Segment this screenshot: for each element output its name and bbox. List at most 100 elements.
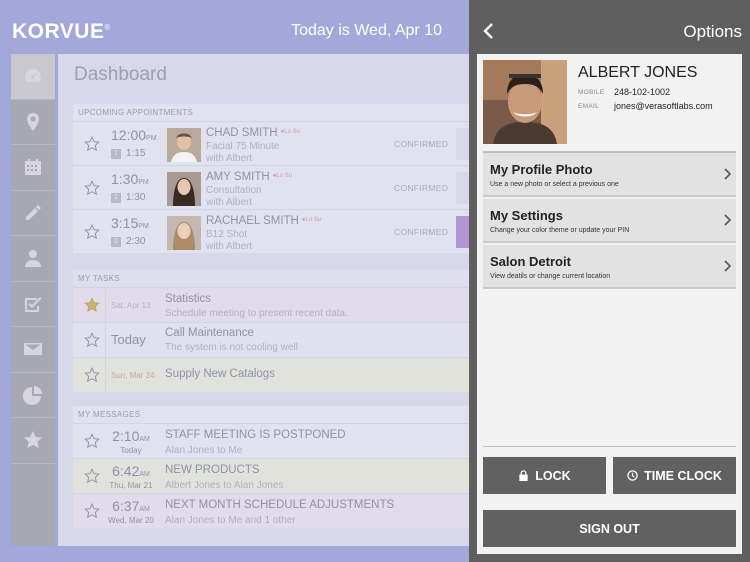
message-participants: Alan Jones to Me: [165, 445, 243, 456]
provider-name: with Albert: [206, 153, 253, 164]
mobile-label: MOBILE: [578, 89, 605, 96]
star-outline-icon[interactable]: [83, 367, 101, 383]
options-title: Options: [683, 22, 742, 41]
map-pin-icon: [27, 112, 39, 131]
speedometer-icon: [25, 69, 42, 83]
message-time: 6:37AM Wed, Mar 20: [108, 498, 154, 525]
appointment-time: 3:15PM 2 2:30: [111, 215, 149, 247]
dashboard-app: KORVUE® Today is Wed, Apr 10 Dashboard U…: [0, 0, 469, 562]
sidebar-item-calendar[interactable]: [11, 145, 55, 191]
star-icon: [24, 431, 42, 449]
message-subject: STAFF MEETING IS POSTPONED: [165, 429, 346, 441]
time-clock-button[interactable]: TIME CLOCK: [613, 457, 736, 494]
message-row[interactable]: 6:37AM Wed, Mar 20 NEXT MONTH SCHEDULE AD…: [73, 493, 469, 528]
provider-name: with Albert: [206, 241, 253, 252]
pie-chart-icon: [23, 385, 42, 405]
star-filled-icon[interactable]: [84, 297, 100, 313]
person-icon: [25, 250, 41, 268]
pencil-icon: [26, 204, 41, 220]
appointment-row[interactable]: 12:00PM 1 1:15 CHAD SMITH ●Lo Su Facial 75…: [73, 121, 469, 165]
message-subject: NEW PRODUCTS: [165, 464, 260, 476]
sidebar-item-messages[interactable]: [11, 327, 55, 373]
task-description: The system is not cooling well: [165, 342, 298, 353]
back-button[interactable]: [479, 20, 499, 42]
message-time: 2:10AM Today: [112, 428, 150, 455]
page-title: Dashboard: [74, 64, 167, 85]
sidebar-item-tasks[interactable]: [11, 282, 55, 327]
appointment-row[interactable]: 3:15PM 2 2:30 RACHAEL SMITH ●Lo Su B12 Sho…: [73, 209, 469, 253]
row-action-edge[interactable]: [456, 128, 469, 160]
dashboard-main: Dashboard UPCOMING APPOINTMENTS 12:00PM …: [58, 54, 469, 546]
task-title: Call Maintenance: [165, 327, 254, 339]
star-outline-icon[interactable]: [83, 503, 101, 519]
status-badge: CONFIRMED: [394, 183, 449, 193]
client-avatar: [167, 128, 201, 162]
client-name: CHAD SMITH ●Lo Su: [206, 127, 300, 139]
message-row[interactable]: 6:42AM Thu, Mar 21 NEW PRODUCTS Albert Jo…: [73, 458, 469, 493]
client-name: AMY SMITH ●Lo Su: [206, 171, 292, 183]
star-outline-icon[interactable]: [83, 332, 101, 348]
task-description: Schedule meeting to present recent data.: [165, 308, 348, 319]
mobile-number: 248-102-1002: [614, 87, 671, 97]
appointment-time: 1:30PM 2 1:30: [111, 171, 149, 203]
checkbox-icon: [25, 296, 42, 312]
chevron-right-icon: [724, 214, 731, 226]
star-outline-icon[interactable]: [83, 180, 101, 196]
messages-section: MY MESSAGES 2:10AM Today STAFF MEETING IS…: [73, 406, 469, 528]
options-panel: Options ALBERT JONES MOBILE 248-102-1002…: [469, 0, 750, 562]
sidebar-item-favorites[interactable]: [11, 418, 55, 464]
sidebar: [11, 54, 55, 546]
task-title: Supply New Catalogs: [165, 368, 275, 380]
client-avatar: [167, 216, 201, 250]
sign-out-button[interactable]: SIGN OUT: [483, 510, 736, 547]
menu-salon-location[interactable]: Salon Detroit View deatils or change cur…: [483, 245, 736, 289]
menu-profile-photo[interactable]: My Profile Photo Use a new photo or sele…: [483, 153, 736, 197]
status-badge: CONFIRMED: [394, 227, 449, 237]
profile-name: ALBERT JONES: [578, 64, 698, 81]
sidebar-item-location[interactable]: [11, 100, 55, 145]
envelope-icon: [24, 343, 42, 356]
service-name: Consultation: [206, 185, 262, 196]
top-bar: KORVUE® Today is Wed, Apr 10: [0, 0, 469, 54]
messages-title: MY MESSAGES: [78, 410, 141, 419]
email-address: jones@verasoftlabs.com: [614, 101, 713, 111]
message-subject: NEXT MONTH SCHEDULE ADJUSTMENTS: [165, 499, 395, 511]
service-name: Facial 75 Minute: [206, 141, 280, 152]
appointment-time: 12:00PM 1 1:15: [111, 127, 157, 159]
appointments-section: UPCOMING APPOINTMENTS 12:00PM 1 1:15 CHAD…: [73, 104, 469, 253]
tasks-section: MY TASKS Sat, Apr 13 Statistics Schedule…: [73, 270, 469, 392]
star-outline-icon[interactable]: [83, 468, 101, 484]
edit-appointment-button[interactable]: [456, 216, 469, 248]
today-date: Today is Wed, Apr 10: [291, 22, 442, 39]
service-name: B12 Shot: [206, 229, 248, 240]
task-row[interactable]: Sun, Mar 24 Supply New Catalogs: [73, 357, 469, 392]
client-avatar: [167, 172, 201, 206]
korvue-logo: KORVUE®: [12, 20, 111, 43]
sidebar-item-dashboard[interactable]: [11, 54, 55, 100]
appointments-title: UPCOMING APPOINTMENTS: [78, 108, 194, 117]
menu-my-settings[interactable]: My Settings Change your color theme or u…: [483, 199, 736, 243]
provider-name: with Albert: [206, 197, 253, 208]
row-action-edge[interactable]: [456, 172, 469, 204]
options-body: ALBERT JONES MOBILE 248-102-1002 EMAIL j…: [477, 54, 742, 554]
task-date: Sat, Apr 13: [111, 301, 151, 310]
task-title: Statistics: [165, 293, 212, 305]
star-outline-icon[interactable]: [83, 224, 101, 240]
client-name: RACHAEL SMITH ●Lo Su: [206, 215, 322, 227]
message-row[interactable]: 2:10AM Today STAFF MEETING IS POSTPONED A…: [73, 423, 469, 458]
profile-avatar[interactable]: [483, 60, 567, 144]
sidebar-item-person[interactable]: [11, 236, 55, 282]
lock-button[interactable]: LOCK: [483, 457, 606, 494]
task-row[interactable]: Today Call Maintenance The system is not…: [73, 322, 469, 357]
message-participants: Albert Jones to Alan Jones: [165, 480, 284, 491]
appointment-row[interactable]: 1:30PM 2 1:30 AMY SMITH ●Lo Su Consultatio…: [73, 165, 469, 209]
task-date: Today: [111, 332, 146, 347]
clock-icon: [627, 470, 638, 481]
status-badge: CONFIRMED: [394, 139, 449, 149]
sidebar-item-reports[interactable]: [11, 373, 55, 418]
star-outline-icon[interactable]: [83, 433, 101, 449]
star-outline-icon[interactable]: [83, 136, 101, 152]
tasks-title: MY TASKS: [78, 274, 120, 283]
task-row[interactable]: Sat, Apr 13 Statistics Schedule meeting …: [73, 287, 469, 322]
sidebar-item-edit[interactable]: [11, 191, 55, 236]
